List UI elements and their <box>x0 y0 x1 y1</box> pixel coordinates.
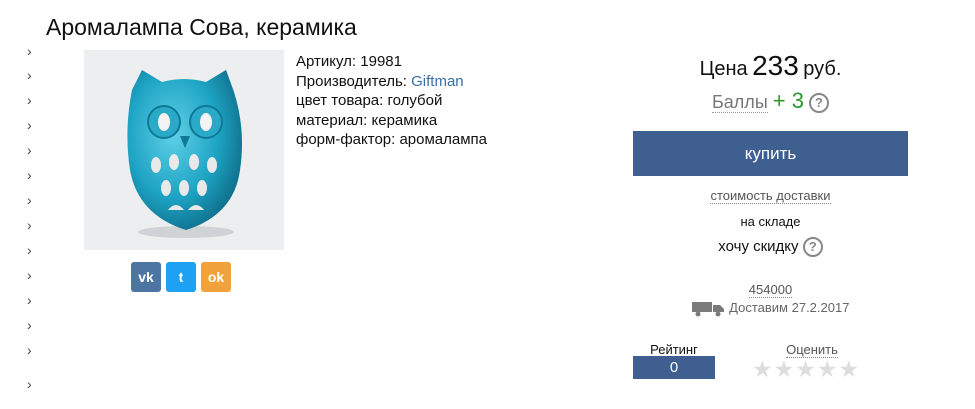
chevron-right-icon[interactable]: › <box>27 243 32 257</box>
truck-icon <box>691 301 724 317</box>
delivery-date-label: Доставим 27.2.2017 <box>729 300 850 315</box>
form-factor-property: форм-фактор: аромалампа <box>296 131 488 148</box>
twitter-share-button[interactable]: t <box>166 262 196 292</box>
twitter-icon: t <box>178 269 184 285</box>
help-icon[interactable]: ? <box>802 237 823 257</box>
rate-stars[interactable]: ★★★★★ <box>752 356 860 383</box>
chevron-right-icon[interactable]: › <box>27 377 32 391</box>
chevron-right-icon[interactable]: › <box>27 318 32 332</box>
manufacturer-link[interactable]: Giftman <box>411 73 464 90</box>
price-currency: руб. <box>803 58 842 80</box>
material-property: материал: керамика <box>296 111 438 129</box>
rating-label: Рейтинг <box>650 342 698 357</box>
chevron-right-icon[interactable]: › <box>27 68 32 82</box>
odnoklassniki-icon: ok <box>207 269 225 285</box>
chevron-right-icon[interactable]: › <box>27 293 32 307</box>
product-title: Аромалампа Сова, керамика <box>46 14 357 40</box>
chevron-right-icon[interactable]: › <box>27 93 32 107</box>
delivery-cost-link[interactable]: стоимость доставки <box>710 188 831 204</box>
stock-status: на складе <box>740 214 801 229</box>
color-property: цвет товара: голубой <box>296 92 443 109</box>
chevron-right-icon[interactable]: › <box>27 268 32 282</box>
delivery-date: Доставим 27.2.2017 <box>633 300 908 317</box>
delivery-cost: стоимость доставки <box>633 188 908 204</box>
points-label[interactable]: Баллы <box>711 92 768 113</box>
price-label: Цена <box>699 58 748 80</box>
vk-icon: vk <box>138 269 154 285</box>
want-discount: хочу скидку ? <box>633 237 908 257</box>
owl-aroma-lamp-image <box>127 70 242 238</box>
chevron-right-icon[interactable]: › <box>27 218 32 232</box>
postcode: 454000 <box>633 282 908 298</box>
product-image[interactable] <box>84 50 284 250</box>
product-properties: Артикул: 19981 Производитель: Giftman цв… <box>296 52 487 150</box>
postcode-link[interactable]: 454000 <box>748 282 793 298</box>
manufacturer: Производитель: Giftman <box>296 72 487 92</box>
chevron-right-icon[interactable]: › <box>27 44 32 58</box>
help-icon[interactable]: ? <box>809 93 829 114</box>
chevron-right-icon[interactable]: › <box>27 168 32 182</box>
price-value: 233 <box>752 50 799 81</box>
chevron-right-icon[interactable]: › <box>27 143 32 157</box>
points-value: + 3 <box>772 88 804 113</box>
points-block: Баллы + 3 ? <box>633 88 908 114</box>
sku: Артикул: 19981 <box>296 53 402 70</box>
vk-share-button[interactable]: vk <box>131 262 161 292</box>
chevron-right-icon[interactable]: › <box>27 118 32 132</box>
odnoklassniki-share-button[interactable]: ok <box>201 262 231 292</box>
price-block: Цена 233 руб. <box>633 50 908 82</box>
buy-button[interactable]: купить <box>633 131 908 176</box>
want-discount-label[interactable]: хочу скидку <box>718 238 798 255</box>
rating-value: 0 <box>633 356 715 379</box>
chevron-right-icon[interactable]: › <box>27 193 32 207</box>
manufacturer-label: Производитель: <box>296 72 407 90</box>
chevron-right-icon[interactable]: › <box>27 343 32 357</box>
rate-label: Оценить <box>752 342 872 358</box>
